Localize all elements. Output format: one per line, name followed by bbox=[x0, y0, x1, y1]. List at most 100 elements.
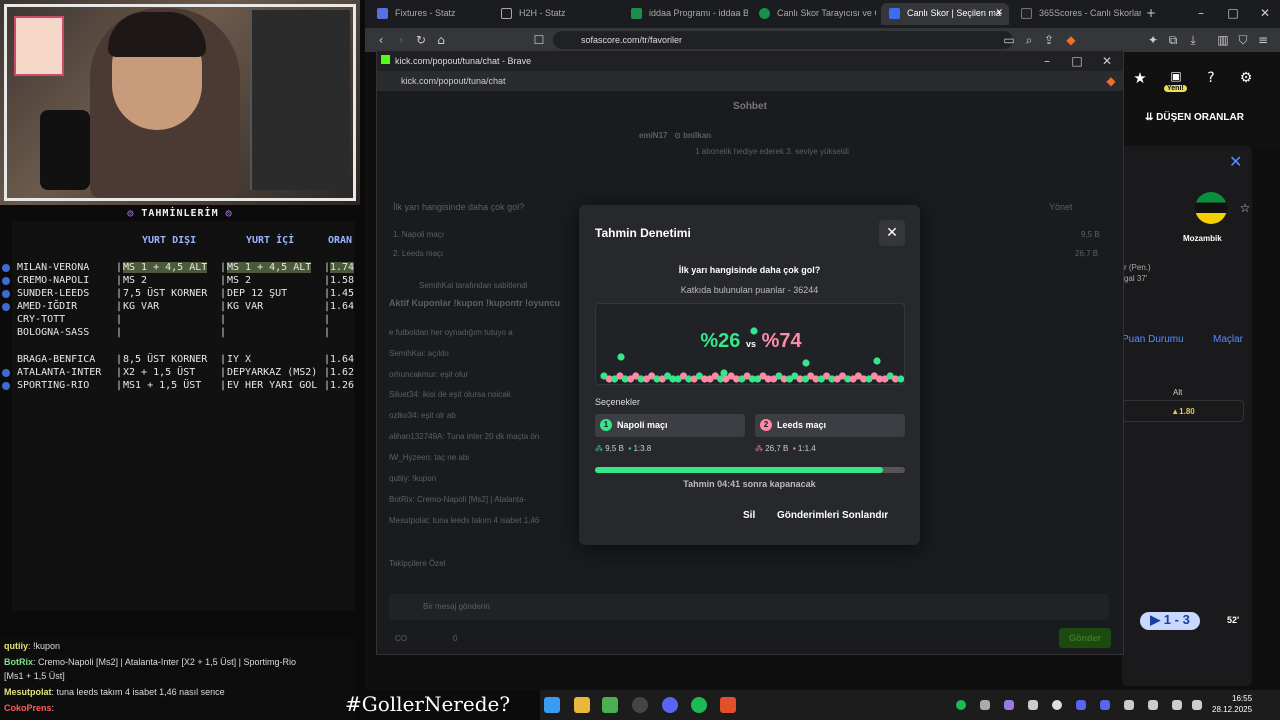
prediction-abroad: KG VAR bbox=[123, 301, 160, 312]
kick-chat-message: Mesutpolat: tuna leeds takım 4 isabet 1,… bbox=[389, 516, 540, 525]
tray-spotify-icon[interactable] bbox=[956, 700, 966, 710]
tab-fixtures[interactable]: Fixtures - Statz bbox=[369, 3, 489, 25]
download-icon[interactable]: ⤓ bbox=[1185, 32, 1201, 48]
favorite-star-icon[interactable]: ☆ bbox=[1237, 200, 1253, 216]
tray-mic-icon[interactable] bbox=[1148, 700, 1158, 710]
tray-network-icon[interactable] bbox=[1172, 700, 1182, 710]
delete-button[interactable]: Sil bbox=[743, 510, 755, 521]
statz-icon bbox=[377, 8, 388, 19]
zoom-icon[interactable]: ⌕ bbox=[1021, 32, 1037, 48]
news-icon[interactable]: ▣ bbox=[1168, 68, 1184, 84]
back-icon[interactable]: ‹ bbox=[373, 32, 389, 48]
discord-icon[interactable] bbox=[662, 697, 678, 713]
lollipop-icon: ◎ bbox=[127, 208, 135, 219]
tab-sofascore[interactable]: Canlı Skor | Seçilen ma ✕ bbox=[881, 3, 1009, 25]
file-explorer-icon[interactable] bbox=[574, 697, 590, 713]
send-button[interactable]: Gönder bbox=[1059, 628, 1111, 648]
match-name: CRY-TOTT bbox=[17, 314, 66, 325]
tab-365scores[interactable]: 365Scores - Canlı Skorlar, bbox=[1013, 3, 1141, 25]
tab-matches[interactable]: Maçlar bbox=[1213, 334, 1243, 345]
bullet-icon bbox=[2, 369, 10, 377]
menu-icon[interactable]: ≡ bbox=[1255, 32, 1271, 48]
prediction-home: MS 1 + 4,5 ALT bbox=[227, 262, 312, 273]
tab-h2h[interactable]: H2H - Statz bbox=[493, 3, 618, 25]
maximize-icon[interactable]: □ bbox=[1225, 5, 1241, 21]
tray-discord-icon[interactable] bbox=[1076, 700, 1086, 710]
reload-icon[interactable]: ↻ bbox=[413, 32, 429, 48]
help-icon[interactable]: ? bbox=[1203, 70, 1219, 86]
puzzle-icon[interactable]: ⧉ bbox=[1165, 32, 1181, 48]
header-home: YURT İÇİ bbox=[246, 235, 295, 246]
sofascore-icon bbox=[889, 8, 900, 19]
percentages: %26 vs %74 bbox=[596, 330, 904, 353]
brave-icon[interactable] bbox=[720, 697, 736, 713]
time-progress-bar bbox=[595, 467, 905, 473]
forward-icon[interactable]: › bbox=[393, 32, 409, 48]
kick-maximize-icon[interactable]: □ bbox=[1069, 53, 1085, 69]
tab-standings[interactable]: Puan Durumu bbox=[1122, 334, 1184, 345]
predictions-table: YURT DIŞI YURT İÇİ ORAN MILAN-VERONA | | | M… bbox=[2, 221, 355, 611]
close-tab-icon[interactable]: ✕ bbox=[995, 7, 1003, 18]
chat-username[interactable]: BotRix bbox=[4, 657, 33, 667]
close-icon[interactable]: ✕ bbox=[879, 220, 905, 246]
notepad-icon[interactable] bbox=[602, 697, 618, 713]
manage-button[interactable]: Yönet bbox=[1049, 202, 1073, 212]
live-score[interactable]: ▶ 1 - 3 bbox=[1140, 612, 1200, 630]
kick-close-icon[interactable]: ✕ bbox=[1099, 53, 1115, 69]
option-1-card[interactable]: 1 Napoli maçı bbox=[595, 414, 745, 437]
vote-dot bbox=[873, 357, 881, 365]
address-bar[interactable]: sofascore.com/tr/favoriler bbox=[553, 31, 1013, 49]
bookmark-icon[interactable]: ☐ bbox=[531, 32, 547, 48]
tab-strip: Fixtures - Statz H2H - Statz iddaa Progr… bbox=[365, 0, 1280, 28]
tray-discord-icon[interactable] bbox=[1100, 700, 1110, 710]
column-separator: | bbox=[220, 327, 227, 338]
dusen-oranlar-link[interactable]: ⇊ DÜŞEN ORANLAR bbox=[1145, 112, 1244, 123]
brave-shield-icon[interactable]: ◆ bbox=[1063, 32, 1079, 48]
share-icon[interactable]: ⇪ bbox=[1041, 32, 1057, 48]
chat-username[interactable]: Mesutpolat bbox=[4, 687, 52, 697]
prediction-question: İlk yarı hangisinde daha çok gol? bbox=[678, 265, 821, 275]
under-odds[interactable]: ▲1.80 bbox=[1122, 400, 1244, 422]
vote-dot bbox=[617, 353, 625, 361]
close-panel-icon[interactable]: ✕ bbox=[1229, 152, 1242, 171]
tray-icon[interactable] bbox=[980, 700, 990, 710]
spotify-icon[interactable] bbox=[691, 697, 707, 713]
obs-icon[interactable] bbox=[632, 697, 648, 713]
leader-1: emiN17 ⊙ bnilkan bbox=[639, 131, 712, 140]
minimize-icon[interactable]: – bbox=[1193, 5, 1209, 21]
windows-start-icon[interactable] bbox=[544, 697, 560, 713]
kick-minimize-icon[interactable]: – bbox=[1039, 53, 1055, 69]
system-clock[interactable]: 16:55 28.12.2025 bbox=[1212, 693, 1252, 715]
end-submissions-button[interactable]: Gönderimleri Sonlandır bbox=[777, 510, 888, 521]
extension-icon[interactable]: ✦ bbox=[1145, 32, 1161, 48]
match-name: MILAN-VERONA bbox=[17, 262, 90, 273]
tray-steam-icon[interactable] bbox=[1052, 700, 1062, 710]
chat-username[interactable]: qutiiy bbox=[4, 641, 28, 651]
prediction-row: BRAGA-BENFICA | | | 8,5 ÜST KORNER IY X 1.64 bbox=[12, 354, 354, 367]
tab-iddaa[interactable]: iddaa Programı - iddaa Bü bbox=[623, 3, 748, 25]
prediction-row: SUNDER-LEEDS | | | 7,5 ÜST KORNER DEP 12 ŞUT 1… bbox=[2, 288, 354, 301]
home-icon[interactable]: ⌂ bbox=[433, 32, 449, 48]
bullet-icon bbox=[2, 264, 10, 272]
option-2-card[interactable]: 2 Leeds maçı bbox=[755, 414, 905, 437]
brave-shield-icon[interactable]: ◆ bbox=[1103, 73, 1119, 89]
column-separator: | bbox=[116, 262, 123, 273]
header-odds: ORAN bbox=[328, 235, 353, 246]
kick-url-bar[interactable]: kick.com/popout/tuna/chat ◆ bbox=[377, 71, 1123, 91]
tab-canli-skor[interactable]: Canlı Skor Tarayıcısı ve Can bbox=[751, 3, 876, 25]
new-tab-icon[interactable]: + bbox=[1143, 5, 1159, 21]
vpn-icon[interactable]: ⛉ bbox=[1235, 32, 1251, 48]
tray-pen-icon[interactable] bbox=[1004, 700, 1014, 710]
match-name: BOLOGNA-SASS bbox=[17, 327, 90, 338]
settings-icon[interactable]: ⚙ bbox=[1238, 70, 1254, 86]
screen-icon[interactable]: ▭ bbox=[1001, 32, 1017, 48]
column-separator: | bbox=[116, 367, 123, 378]
close-window-icon[interactable]: ✕ bbox=[1257, 5, 1273, 21]
sidebar-icon[interactable]: ▥ bbox=[1215, 32, 1231, 48]
tray-app-icon[interactable] bbox=[1028, 700, 1038, 710]
tray-shield-icon[interactable] bbox=[1124, 700, 1134, 710]
chat-username[interactable]: CokoPrens bbox=[4, 703, 52, 713]
star-icon[interactable]: ★ bbox=[1132, 70, 1148, 86]
chat-input[interactable]: Bir mesaj gönderin bbox=[389, 594, 1109, 620]
tray-volume-icon[interactable] bbox=[1192, 700, 1202, 710]
